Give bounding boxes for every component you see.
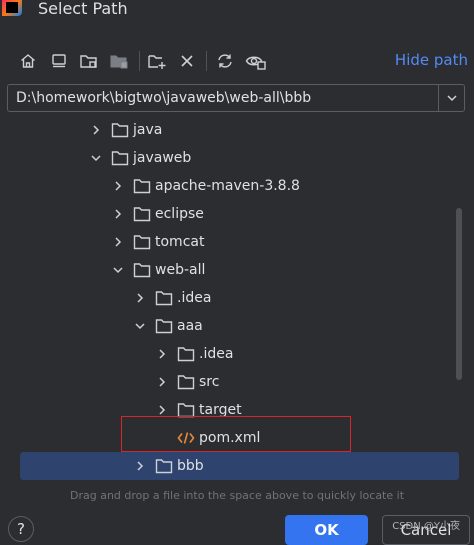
- tree-row[interactable]: apache-maven-3.8.8: [7, 172, 457, 200]
- folder-icon: [155, 459, 173, 474]
- delete-icon[interactable]: [176, 50, 198, 72]
- title-bar: Select Path: [0, 0, 474, 34]
- desktop-icon[interactable]: [48, 50, 70, 72]
- intellij-logo-icon: [2, 0, 22, 16]
- folder-icon: [133, 263, 151, 278]
- chevron-down-icon[interactable]: [133, 319, 147, 333]
- chevron-right-icon[interactable]: [133, 459, 147, 473]
- show-hidden-icon[interactable]: [245, 50, 267, 72]
- tree-row-label: web-all: [155, 262, 206, 278]
- folder-icon: [155, 291, 173, 306]
- folder-icon: [155, 319, 173, 334]
- chevron-right-icon[interactable]: [155, 403, 169, 417]
- folder-icon: [133, 235, 151, 250]
- tree-row-label: apache-maven-3.8.8: [155, 178, 300, 194]
- chevron-right-icon[interactable]: [111, 235, 125, 249]
- chevron-right-icon[interactable]: [89, 123, 103, 137]
- chevron-down-icon[interactable]: [89, 151, 103, 165]
- tree-row-label: src: [199, 374, 220, 390]
- tree-row[interactable]: aaa: [7, 312, 457, 340]
- chevron-right-icon[interactable]: [155, 375, 169, 389]
- folder-icon: [133, 179, 151, 194]
- project-folder-icon[interactable]: [78, 50, 100, 72]
- tree-row[interactable]: javaweb: [7, 144, 457, 172]
- folder-icon: [133, 207, 151, 222]
- tree-row-label: aaa: [177, 318, 203, 334]
- refresh-icon[interactable]: [214, 50, 236, 72]
- tree-row[interactable]: web-all: [7, 256, 457, 284]
- chevron-right-icon[interactable]: [155, 347, 169, 361]
- tree-row[interactable]: eclipse: [7, 200, 457, 228]
- tree-row-label: java: [133, 122, 163, 138]
- tree-row[interactable]: java: [7, 116, 457, 144]
- tree-row[interactable]: .idea: [7, 284, 457, 312]
- tree-row[interactable]: demo01-web-1: [7, 480, 457, 486]
- chevron-down-icon[interactable]: [111, 263, 125, 277]
- help-button[interactable]: ?: [8, 516, 34, 542]
- tree-row-label: eclipse: [155, 206, 204, 222]
- tree-row-label: demo01-web-1: [177, 484, 282, 486]
- hide-path-link[interactable]: Hide path: [395, 51, 468, 69]
- chevron-right-icon[interactable]: [133, 291, 147, 305]
- path-combobox[interactable]: [7, 84, 465, 112]
- ok-button[interactable]: OK: [285, 515, 368, 545]
- tree-scrollbar[interactable]: [456, 208, 462, 380]
- chevron-right-icon[interactable]: [111, 179, 125, 193]
- path-input[interactable]: [8, 85, 436, 111]
- tree-row[interactable]: tomcat: [7, 228, 457, 256]
- tree-row-label: .idea: [177, 290, 212, 306]
- chevron-right-icon[interactable]: [111, 207, 125, 221]
- toolbar: Hide path: [0, 44, 474, 78]
- folder-icon: [177, 375, 195, 390]
- watermark: CSDN @Y小夜: [392, 521, 460, 532]
- tree-row[interactable]: .idea: [7, 340, 457, 368]
- tree-row-label: javaweb: [133, 150, 192, 166]
- toolbar-separator: [139, 51, 140, 71]
- annotation-highlight-box: [121, 416, 351, 452]
- new-folder-icon[interactable]: [146, 50, 168, 72]
- module-folder-icon[interactable]: [108, 50, 130, 72]
- tree-row[interactable]: src: [7, 368, 457, 396]
- folder-icon: [177, 347, 195, 362]
- tree-row-label: tomcat: [155, 234, 205, 250]
- home-icon[interactable]: [17, 50, 39, 72]
- tree-row-selected[interactable]: bbb: [20, 452, 459, 480]
- toolbar-separator: [206, 51, 207, 71]
- dialog-title: Select Path: [38, 0, 128, 18]
- chevron-down-icon[interactable]: [439, 85, 465, 111]
- folder-icon: [111, 123, 129, 138]
- tree-row-label: bbb: [177, 458, 204, 474]
- tree-row-label: .idea: [199, 346, 234, 362]
- folder-icon: [111, 151, 129, 166]
- drag-drop-hint: Drag and drop a file into the space abov…: [69, 489, 405, 502]
